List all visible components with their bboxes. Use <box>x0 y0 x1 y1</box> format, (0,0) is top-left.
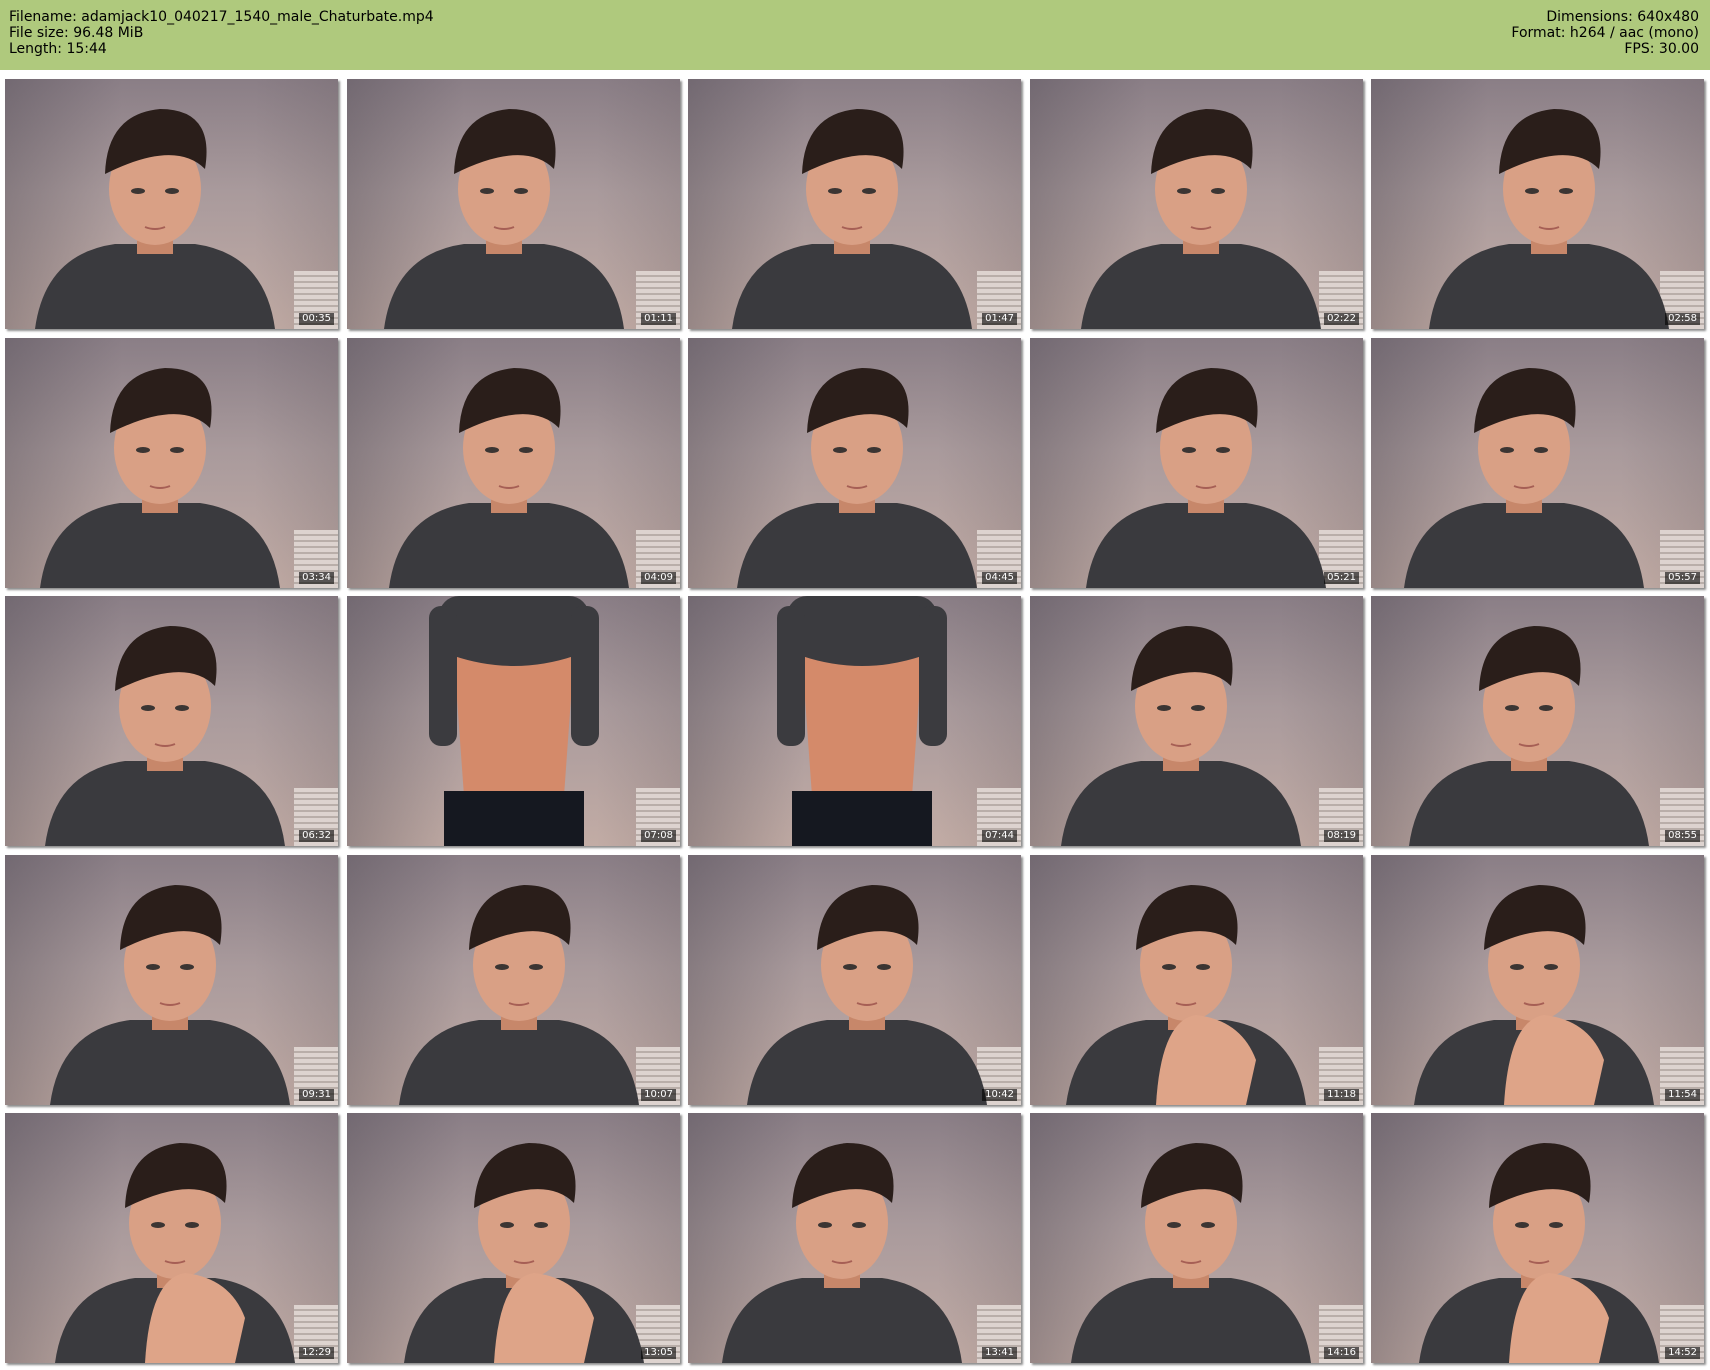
video-frame-figure <box>429 596 599 846</box>
thumbnail-frame: 14:16 <box>1030 1113 1363 1363</box>
thumbnail-timestamp: 03:34 <box>299 572 334 584</box>
video-frame-figure <box>1071 1143 1311 1363</box>
thumbnail-timestamp: 14:16 <box>1324 1347 1359 1359</box>
video-frame-figure <box>389 368 629 588</box>
thumbnail-frame: 05:21 <box>1030 338 1363 588</box>
video-frame-figure <box>55 1143 295 1363</box>
thumbnail-frame: 00:35 <box>5 79 338 329</box>
thumbnail-frame: 07:08 <box>347 596 680 846</box>
video-frame-figure <box>1066 885 1306 1105</box>
thumbnail-timestamp: 07:08 <box>641 830 676 842</box>
video-frame-figure <box>50 885 290 1105</box>
thumbnail-timestamp: 09:31 <box>299 1089 334 1101</box>
thumbnail-timestamp: 08:55 <box>1665 830 1700 842</box>
format-text: Format: h264 / aac (mono) <box>1511 25 1699 41</box>
video-frame-figure <box>737 368 977 588</box>
video-frame-figure <box>1404 368 1644 588</box>
thumbnail-timestamp: 10:42 <box>982 1089 1017 1101</box>
thumbnail-frame: 13:05 <box>347 1113 680 1363</box>
video-frame-figure <box>747 885 987 1105</box>
thumbnail-timestamp: 11:18 <box>1324 1089 1359 1101</box>
thumbnail-frame: 08:55 <box>1371 596 1704 846</box>
thumbnail-frame: 13:41 <box>688 1113 1021 1363</box>
thumbnail-timestamp: 10:07 <box>641 1089 676 1101</box>
thumbnail-timestamp: 02:58 <box>1665 313 1700 325</box>
video-frame-figure <box>1081 109 1321 329</box>
video-frame-figure <box>1419 1143 1659 1363</box>
thumbnail-frame: 01:11 <box>347 79 680 329</box>
thumbnail-frame: 07:44 <box>688 596 1021 846</box>
thumbnail-frame: 10:07 <box>347 855 680 1105</box>
thumbnail-frame: 11:54 <box>1371 855 1704 1105</box>
thumbnail-frame: 10:42 <box>688 855 1021 1105</box>
thumbnail-timestamp: 14:52 <box>1665 1347 1700 1359</box>
thumbnail-timestamp: 13:05 <box>641 1347 676 1359</box>
length-text: Length: 15:44 <box>9 41 107 57</box>
thumbnail-timestamp: 01:47 <box>982 313 1017 325</box>
thumbnail-frame: 14:52 <box>1371 1113 1704 1363</box>
thumbnail-timestamp: 00:35 <box>299 313 334 325</box>
metadata-right: Dimensions: 640x480 Format: h264 / aac (… <box>1511 9 1699 57</box>
video-frame-figure <box>1409 626 1649 846</box>
dimensions-text: Dimensions: 640x480 <box>1546 9 1699 25</box>
thumbnail-timestamp: 07:44 <box>982 830 1017 842</box>
metadata-header: Filename: adamjack10_040217_1540_male_Ch… <box>0 0 1710 70</box>
thumbnail-frame: 08:19 <box>1030 596 1363 846</box>
thumbnail-timestamp: 12:29 <box>299 1347 334 1359</box>
thumbnail-frame: 06:32 <box>5 596 338 846</box>
thumbnail-timestamp: 05:21 <box>1324 572 1359 584</box>
video-frame-figure <box>399 885 639 1105</box>
video-frame-figure <box>45 626 285 846</box>
thumbnail-frame: 11:18 <box>1030 855 1363 1105</box>
thumbnail-timestamp: 04:45 <box>982 572 1017 584</box>
metadata-left: Filename: adamjack10_040217_1540_male_Ch… <box>9 9 434 57</box>
thumbnail-timestamp: 06:32 <box>299 830 334 842</box>
thumbnail-frame: 09:31 <box>5 855 338 1105</box>
video-frame-figure <box>40 368 280 588</box>
thumbnail-frame: 02:58 <box>1371 79 1704 329</box>
video-frame-figure <box>35 109 275 329</box>
video-frame-figure <box>1061 626 1301 846</box>
file-size-text: File size: 96.48 MiB <box>9 25 144 41</box>
video-frame-figure <box>732 109 972 329</box>
thumbnail-frame: 01:47 <box>688 79 1021 329</box>
fps-text: FPS: 30.00 <box>1624 41 1699 57</box>
thumbnail-frame: 04:45 <box>688 338 1021 588</box>
thumbnail-timestamp: 05:57 <box>1665 572 1700 584</box>
video-frame-figure <box>404 1143 644 1363</box>
thumbnail-timestamp: 04:09 <box>641 572 676 584</box>
thumbnail-grid: 00:35 01:11 01:47 02:22 02:58 03:34 04:09 04:45… <box>5 79 1705 1364</box>
filename-text: Filename: adamjack10_040217_1540_male_Ch… <box>9 9 434 25</box>
thumbnail-frame: 12:29 <box>5 1113 338 1363</box>
thumbnail-timestamp: 01:11 <box>641 313 676 325</box>
thumbnail-frame: 05:57 <box>1371 338 1704 588</box>
thumbnail-frame: 03:34 <box>5 338 338 588</box>
video-frame-figure <box>1414 885 1654 1105</box>
video-frame-figure <box>1429 109 1669 329</box>
thumbnail-timestamp: 08:19 <box>1324 830 1359 842</box>
thumbnail-timestamp: 02:22 <box>1324 313 1359 325</box>
thumbnail-timestamp: 13:41 <box>982 1347 1017 1359</box>
video-frame-figure <box>384 109 624 329</box>
thumbnail-frame: 02:22 <box>1030 79 1363 329</box>
thumbnail-timestamp: 11:54 <box>1665 1089 1700 1101</box>
video-frame-figure <box>722 1143 962 1363</box>
video-frame-figure <box>777 596 947 846</box>
thumbnail-frame: 04:09 <box>347 338 680 588</box>
video-frame-figure <box>1086 368 1326 588</box>
